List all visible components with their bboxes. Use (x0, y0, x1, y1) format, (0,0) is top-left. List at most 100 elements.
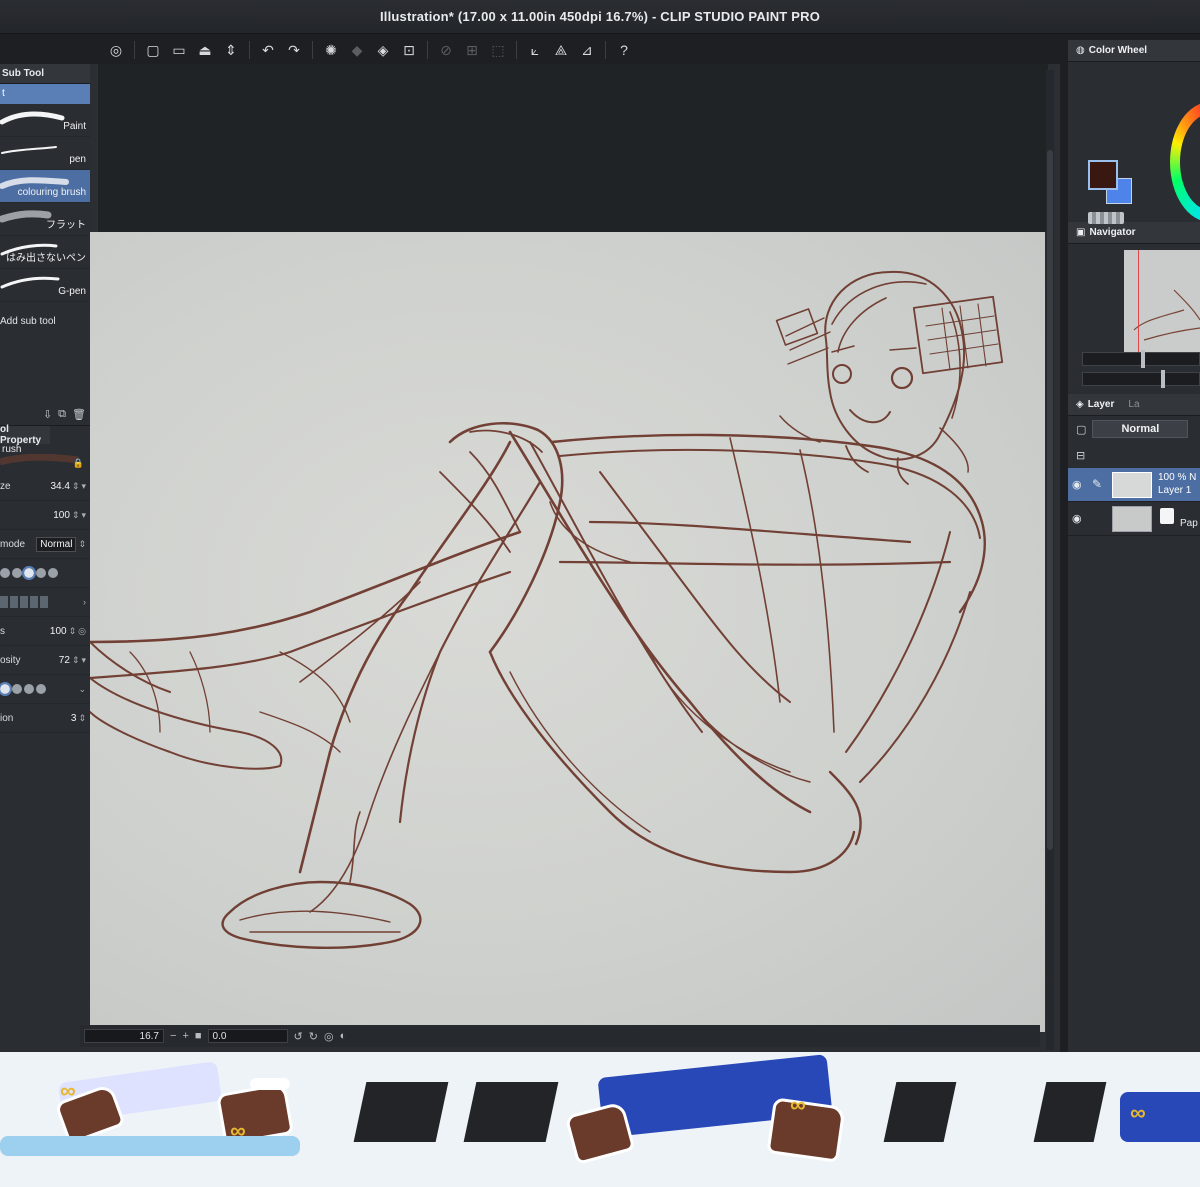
stepper-icon[interactable]: ⇕ (69, 626, 77, 637)
stepper-icon[interactable]: ⇕ (72, 655, 80, 666)
pen-icon[interactable]: ✎ (1092, 477, 1102, 491)
zoom-field[interactable]: 16.7 (84, 1029, 164, 1043)
tab-layer[interactable]: ◈ Layer La (1068, 394, 1200, 416)
brush-item-no-overflow-pen[interactable]: はみ出さないペン (0, 236, 90, 269)
add-sub-tool-button[interactable]: Add sub tool (0, 302, 90, 342)
density-value[interactable]: 72 (59, 655, 70, 666)
zoom-fit-icon[interactable]: ■ (195, 1030, 202, 1042)
tab-navigator[interactable]: ▣ Navigator (1068, 222, 1200, 244)
open-icon[interactable]: ▭ (169, 40, 189, 60)
fill-icon[interactable]: ◈ (373, 40, 393, 60)
undo-icon[interactable]: ↶ (258, 40, 278, 60)
tip-swatch[interactable] (40, 596, 48, 608)
stepper-icon[interactable]: ⇕ (78, 539, 86, 550)
navigator-zoom-slider[interactable] (1082, 350, 1200, 368)
tip-swatch[interactable] (30, 596, 38, 608)
chevron-down-icon[interactable]: ⌄ (78, 684, 86, 695)
brush-item-flat[interactable]: フラット (0, 203, 90, 236)
transparent-color-swatch[interactable] (1088, 212, 1124, 224)
stabilization-value[interactable]: 3 (71, 713, 77, 724)
layer-clip-icon[interactable]: ▢ (1076, 423, 1086, 436)
brush-tip-swatches[interactable] (0, 596, 48, 608)
texture-dot[interactable] (36, 684, 46, 694)
slider-knob[interactable] (1161, 370, 1165, 388)
hue-ring[interactable] (1170, 102, 1200, 222)
loading-icon[interactable]: ✺ (321, 40, 341, 60)
opacity-value[interactable]: 100 (53, 510, 70, 521)
pressure-icon[interactable]: ▾ (81, 510, 86, 521)
prop-value[interactable]: 100 (50, 626, 67, 637)
canvas-vertical-scrollbar[interactable] (1046, 70, 1054, 1050)
brush-item-g-pen[interactable]: G-pen (0, 269, 90, 302)
redo-icon[interactable]: ↷ (284, 40, 304, 60)
export-icon[interactable]: ⇩ (43, 408, 52, 421)
tip-swatch[interactable] (20, 596, 28, 608)
prop-blend-mode[interactable]: mode Normal ⇕ (0, 530, 90, 559)
tab-color-wheel[interactable]: ◍ Color Wheel (1068, 40, 1200, 62)
prop-opacity[interactable]: 100 ⇕ ▾ (0, 501, 90, 530)
layer-row[interactable]: ◉ Pap (1068, 502, 1200, 536)
brush-shape-options[interactable] (0, 566, 58, 580)
shape-option[interactable] (48, 568, 58, 578)
tip-swatch[interactable] (0, 596, 8, 608)
link-icon[interactable]: ◎ (78, 626, 86, 637)
selection-clear-icon[interactable]: ⬚ (488, 40, 508, 60)
tab-sub-tool[interactable]: Sub Tool (0, 64, 90, 84)
prop-brush-size[interactable]: ze 34.4 ⇕ ▾ (0, 472, 90, 501)
canvas-paper[interactable] (90, 232, 1045, 1032)
prop-texture[interactable]: ⌄ (0, 675, 90, 704)
tip-swatch[interactable] (10, 596, 18, 608)
shape-option[interactable] (12, 568, 22, 578)
texture-dot[interactable] (12, 684, 22, 694)
selection-crop-icon[interactable]: ⊘ (436, 40, 456, 60)
scrollbar-thumb[interactable] (1047, 150, 1053, 850)
snap-grid-icon[interactable]: ⊿ (577, 40, 597, 60)
flip-icon[interactable]: ◐ (340, 1030, 347, 1042)
tab-tool-property[interactable]: ol Property (0, 424, 50, 446)
pressure-icon[interactable]: ▾ (81, 481, 86, 492)
shape-option-selected[interactable] (22, 566, 36, 580)
prop-stabilization-level[interactable]: ion 3 ⇕ (0, 704, 90, 733)
brush-item-paint[interactable]: Paint (0, 104, 90, 137)
sub-tool-group[interactable]: t (0, 84, 90, 104)
brush-item-pen[interactable]: pen (0, 137, 90, 170)
zoom-out-icon[interactable]: − (170, 1030, 176, 1042)
chevron-right-icon[interactable]: › (83, 597, 86, 607)
prop-brush-tip[interactable]: › (0, 588, 90, 617)
new-icon[interactable]: ▢ (143, 40, 163, 60)
tab-layer-second-label[interactable]: La (1128, 399, 1139, 410)
brush-item-colouring-brush[interactable]: colouring brush (0, 170, 90, 203)
rotate-left-icon[interactable]: ↺ (294, 1030, 303, 1043)
trash-icon[interactable]: 🗑 (72, 408, 86, 421)
selection-copy-icon[interactable]: ⊞ (462, 40, 482, 60)
transform-icon[interactable]: ⊡ (399, 40, 419, 60)
texture-dot[interactable] (0, 682, 12, 696)
lock-icon[interactable]: 🔒 (73, 458, 84, 469)
layer-row[interactable]: ◉ ✎ 100 % N Layer 1 (1068, 468, 1200, 502)
rotate-right-icon[interactable]: ↻ (309, 1030, 318, 1043)
main-color-swatch[interactable] (1088, 160, 1118, 190)
prop-brush-shape[interactable] (0, 559, 90, 588)
prop-stabilization[interactable]: s 100 ⇕ ◎ (0, 617, 90, 646)
app-icon[interactable]: ◎ (106, 40, 126, 60)
prop-density[interactable]: osity 72 ⇕ ▾ (0, 646, 90, 675)
snap-icon[interactable]: ⟁ (551, 40, 571, 60)
duplicate-icon[interactable]: ⧉ (58, 408, 66, 421)
reset-rotation-icon[interactable]: ◎ (324, 1030, 334, 1043)
texture-dots[interactable] (0, 682, 46, 696)
ruler-icon[interactable]: ⟀ (525, 40, 545, 60)
layer-property-icon[interactable]: ⊟ (1076, 449, 1085, 462)
stepper-icon[interactable]: ⇕ (72, 481, 80, 492)
angle-field[interactable]: 0.0 (207, 1029, 288, 1043)
stepper-icon[interactable]: ⇕ (78, 713, 86, 724)
save-icon[interactable]: ⏏ (195, 40, 215, 60)
slider-knob[interactable] (1141, 350, 1145, 368)
blend-mode-select[interactable]: Normal (36, 536, 77, 552)
texture-dot[interactable] (24, 684, 34, 694)
eye-icon[interactable]: ◉ (1072, 478, 1082, 491)
navigator-rotate-slider[interactable] (1082, 370, 1200, 388)
clear-icon[interactable]: ◆ (347, 40, 367, 60)
pressure-icon[interactable]: ▾ (81, 655, 86, 666)
shape-option[interactable] (36, 568, 46, 578)
stepper-icon[interactable]: ⇕ (72, 510, 80, 521)
